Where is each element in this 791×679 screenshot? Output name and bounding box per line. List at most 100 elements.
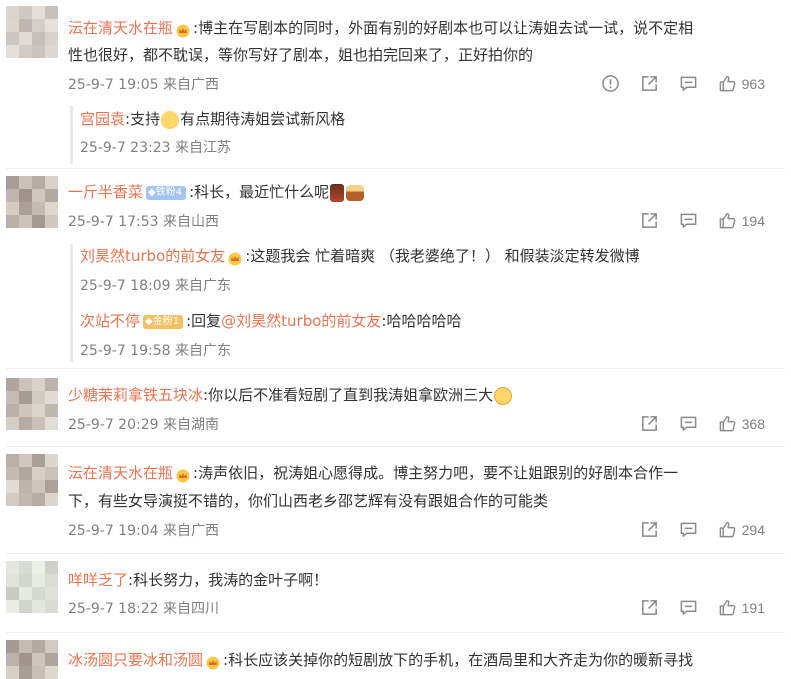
comment-meta: 25-9-7 18:22 来自四川: [68, 600, 219, 618]
comment-text-continued: 下，有些女导演挺不错的，你们山西老乡邵艺辉有没有跟姐合作的可能类: [68, 492, 549, 510]
comment-location: 来自湖南: [162, 417, 219, 433]
like-icon: [719, 599, 736, 616]
comment-text: 冰汤圆只要冰和汤圆 :科长应该关掉你的短剧放下的手机，在酒局里和大齐走为你的暖新寻…: [68, 649, 693, 671]
comment-time: 25-9-7 18:22: [68, 601, 159, 617]
reply-time: 25-9-7 23:23: [80, 140, 171, 156]
like-button[interactable]: 294: [718, 520, 765, 539]
like-icon: [719, 212, 736, 229]
comment-icon[interactable]: [679, 414, 698, 433]
avatar-mosaic: [6, 640, 58, 679]
like-button[interactable]: 963: [718, 74, 765, 93]
reply-body: :支持: [125, 110, 161, 128]
drink-emoji-icon: [330, 183, 345, 202]
comment-location: 来自山西: [162, 214, 219, 230]
cake-emoji-icon: [346, 184, 365, 201]
gold-fan-badge: ◆金粉1: [143, 314, 184, 329]
reply-location: 来自广东: [174, 278, 231, 294]
crown-badge-icon: [175, 467, 191, 482]
comment-text: 沄在清天水在瓶 :博主在写剧本的同时，外面有别的好剧本也可以让涛姐去试一试，说不定…: [68, 17, 693, 39]
like-count: 963: [741, 75, 765, 92]
comment-username[interactable]: 沄在清天水在瓶: [68, 19, 173, 37]
avatar[interactable]: [6, 640, 58, 679]
comment-text: 一斤半香菜 ◆铁粉4:科长，最近忙什么呢: [68, 181, 365, 203]
comment-location: 来自广西: [162, 523, 219, 539]
avatar-mosaic: [6, 6, 58, 58]
reply-thread-bar: [70, 244, 73, 362]
comment-body: :科长应该关掉你的短剧放下的手机，在酒局里和大齐走为你的暖新寻找: [223, 651, 694, 669]
avatar[interactable]: [6, 454, 58, 506]
comment-username[interactable]: 冰汤圆只要冰和汤圆: [68, 651, 203, 669]
share-icon[interactable]: [640, 211, 659, 230]
avatar[interactable]: [6, 378, 58, 430]
avatar-mosaic: [6, 454, 58, 506]
avatar[interactable]: [6, 561, 58, 613]
reply-meta: 25-9-7 19:58 来自广东: [80, 342, 231, 360]
crown-badge-icon: [227, 250, 243, 265]
comment-body: :博主在写剧本的同时，外面有别的好剧本也可以让涛姐去试一试，说不定相: [193, 19, 694, 37]
comment-time: 25-9-7 17:53: [68, 214, 159, 230]
like-icon: [719, 521, 736, 538]
comment-divider: [6, 446, 785, 447]
comment-text: 少糖茉莉拿铁五块冰:你以后不准看短剧了直到我涛姐拿欧洲三大: [68, 384, 513, 406]
comment-username[interactable]: 少糖茉莉拿铁五块冰: [68, 386, 203, 404]
comment-meta: 25-9-7 19:05 来自广西: [68, 76, 219, 94]
comment-time: 25-9-7 19:04: [68, 523, 159, 539]
like-count: 294: [741, 521, 765, 538]
reply-thread-bar: [70, 106, 73, 164]
reply-username[interactable]: 宫园袁: [80, 110, 125, 128]
comment-username[interactable]: 咩咩乏了: [68, 571, 128, 589]
gold-fan-label: 金粉1: [152, 315, 180, 327]
comment-actions: 368: [620, 414, 765, 433]
comment-divider: [6, 632, 785, 633]
reply-username[interactable]: 次站不停: [80, 312, 140, 330]
like-button[interactable]: 368: [718, 414, 765, 433]
reply-location: 来自江苏: [174, 140, 231, 156]
comment-icon[interactable]: [679, 211, 698, 230]
comment-body: :科长，最近忙什么呢: [189, 183, 330, 201]
avatar[interactable]: [6, 176, 58, 228]
comment-text: 沄在清天水在瓶 :涛声依旧，祝涛姐心愿得成。博主努力吧，要不让姐跟别的好剧本合作一: [68, 462, 678, 484]
report-icon[interactable]: [601, 74, 620, 93]
avatar-mosaic: [6, 561, 58, 613]
reply-prefix: :回复: [186, 312, 222, 330]
comment-location: 来自四川: [162, 601, 219, 617]
avatar[interactable]: [6, 6, 58, 58]
nervous-emoji-icon: [161, 110, 180, 129]
comment-body: :涛声依旧，祝涛姐心愿得成。博主努力吧，要不让姐跟别的好剧本合作一: [193, 464, 679, 482]
reply-meta: 25-9-7 23:23 来自江苏: [80, 139, 231, 157]
comment-time: 25-9-7 19:05: [68, 77, 159, 93]
reply-text: 刘昊然turbo的前女友 :这题我会 忙着暗爽 （我老婆绝了！） 和假装淡定转发微…: [80, 245, 640, 267]
comment-icon[interactable]: [679, 520, 698, 539]
avatar-mosaic: [6, 176, 58, 228]
fan-level-badge: ◆铁粉4: [146, 185, 187, 200]
reply-body: :这题我会 忙着暗爽 （我老婆绝了！） 和假装淡定转发微博: [245, 247, 640, 265]
comment-body: :科长努力，我涛的金叶子啊！: [128, 571, 329, 589]
share-icon[interactable]: [640, 414, 659, 433]
comment-actions: 294: [620, 520, 765, 539]
comment-icon[interactable]: [679, 74, 698, 93]
comment-meta: 25-9-7 20:29 来自湖南: [68, 416, 219, 434]
comment-actions: 194: [620, 211, 765, 230]
comment-actions: 191: [620, 598, 765, 617]
mention-link[interactable]: @刘昊然turbo的前女友: [221, 312, 381, 330]
comment-icon[interactable]: [679, 598, 698, 617]
comment-divider: [6, 553, 785, 554]
reply-location: 来自广东: [174, 343, 231, 359]
comment-divider: [6, 368, 785, 369]
comment-username[interactable]: 沄在清天水在瓶: [68, 464, 173, 482]
like-count: 368: [741, 415, 765, 432]
share-icon[interactable]: [640, 74, 659, 93]
comment-text-continued: 性也很好，都不耽误，等你写好了剧本，姐也拍完回来了，正好拍你的: [68, 46, 534, 64]
reply-body: :哈哈哈哈哈: [381, 312, 462, 330]
comment-actions: 963: [581, 74, 765, 93]
like-icon: [719, 75, 736, 92]
comment-meta: 25-9-7 17:53 来自山西: [68, 213, 219, 231]
share-icon[interactable]: [640, 598, 659, 617]
crown-badge-icon: [205, 654, 221, 669]
like-button[interactable]: 191: [718, 598, 765, 617]
reply-username[interactable]: 刘昊然turbo的前女友: [80, 247, 225, 265]
like-button[interactable]: 194: [718, 211, 765, 230]
share-icon[interactable]: [640, 520, 659, 539]
comment-meta: 25-9-7 19:04 来自广西: [68, 522, 219, 540]
comment-username[interactable]: 一斤半香菜: [68, 183, 143, 201]
